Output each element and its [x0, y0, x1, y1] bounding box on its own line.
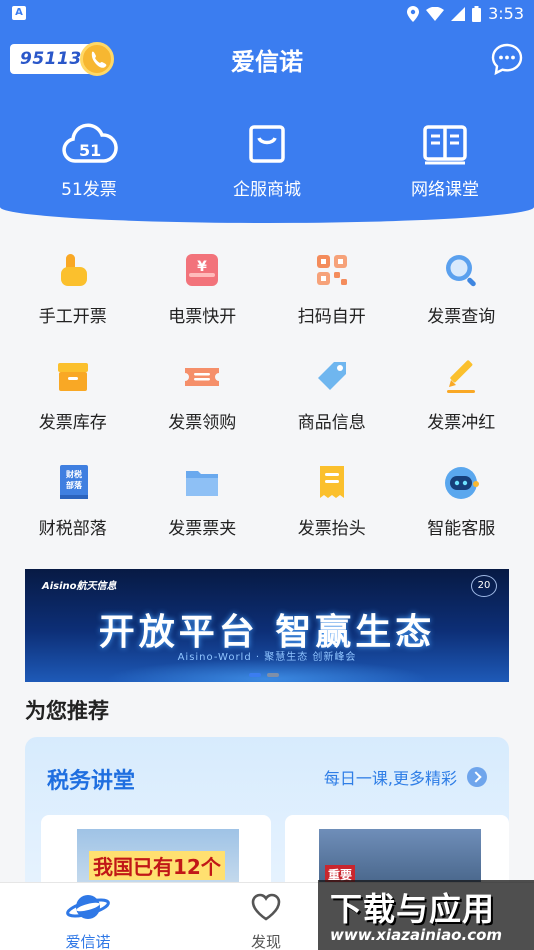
nav-tab-home[interactable]: 爱信诺 [38, 891, 138, 950]
service-label: 发票票夹 [168, 519, 237, 539]
pencil-icon [447, 360, 476, 393]
service-label: 发票库存 [38, 413, 107, 433]
service-invoice-reverse[interactable]: 发票冲红 [397, 356, 527, 433]
service-label: 发票抬头 [297, 519, 366, 539]
hand-pointer-icon [60, 254, 87, 286]
cloud-51-icon: 51 [62, 123, 118, 163]
lecture-more-link[interactable]: 每日一课,更多精彩 [324, 765, 487, 789]
service-smart-support[interactable]: 智能客服 [397, 462, 527, 539]
status-bar: A 3:53 [0, 0, 534, 28]
service-label: 扫码自开 [297, 307, 366, 327]
tag-icon [317, 362, 346, 390]
service-tax-tribe[interactable]: 财税 部落 财税部落 [8, 462, 138, 539]
banner-subtitle: Aisino-World · 聚慧生态 创新峰会 [177, 652, 357, 663]
lecture-title: 税务讲堂 [47, 769, 136, 794]
service-label: 发票查询 [427, 307, 496, 327]
carousel-dots [249, 673, 279, 677]
location-icon [407, 5, 420, 22]
wifi-icon [426, 6, 445, 21]
service-label: 发票冲红 [427, 413, 496, 433]
service-grid: 手工开票 ¥ 电票快开 扫码自开 发票查询 发票库存 发票领购 商品信息 发票冲… [8, 250, 527, 539]
chat-bubble-icon [491, 43, 523, 76]
service-scan-invoice[interactable]: 扫码自开 [267, 250, 397, 327]
banner-badge: 20 [471, 575, 497, 597]
service-invoice-folder[interactable]: 发票票夹 [138, 462, 268, 539]
service-invoice-stock[interactable]: 发票库存 [8, 356, 138, 433]
section-title-recommend: 为您推荐 [25, 699, 109, 723]
service-e-invoice[interactable]: ¥ 电票快开 [138, 250, 268, 327]
app-notification-icon: A [12, 6, 26, 20]
site-watermark: 下载与应用 www.xiazainiao.com [318, 880, 534, 950]
lecture-more-text: 每日一课,更多精彩 [323, 769, 457, 788]
yen-invoice-icon: ¥ [186, 254, 219, 286]
carousel-dot[interactable] [267, 673, 279, 677]
svg-text:¥: ¥ [197, 259, 207, 275]
promo-banner[interactable]: Aisino航天信息 20 开放平台 智赢生态 Aisino-World · 聚… [25, 569, 509, 682]
shopping-bag-icon [249, 125, 285, 163]
receipt-icon [319, 466, 344, 498]
banner-brand: Aisino航天信息 [42, 581, 117, 592]
service-manual-invoice[interactable]: 手工开票 [8, 250, 138, 327]
watermark-title: 下载与应用 [330, 890, 496, 928]
service-label: 发票领购 [168, 413, 237, 433]
service-label: 手工开票 [38, 307, 107, 327]
service-invoice-purchase[interactable]: 发票领购 [138, 356, 268, 433]
tax-book-icon: 财税部落 [59, 465, 88, 499]
entry-label: 企服商城 [233, 180, 301, 200]
app-title: 爱信诺 [231, 48, 303, 76]
planet-icon [66, 895, 110, 919]
message-button[interactable] [490, 42, 524, 76]
service-label: 电票快开 [168, 307, 237, 327]
signal-icon [451, 6, 466, 21]
service-label: 财税部落 [38, 519, 107, 539]
entry-51-invoice[interactable]: 51 51发票 [0, 123, 178, 200]
service-label: 智能客服 [427, 519, 496, 539]
entry-online-classroom[interactable]: 网络课堂 [356, 123, 534, 200]
nav-tab-discover[interactable]: 发现 [216, 891, 316, 950]
service-label: 商品信息 [297, 413, 366, 433]
archive-box-icon [57, 363, 88, 391]
entry-label: 网络课堂 [411, 180, 479, 200]
robot-icon [445, 467, 480, 499]
search-icon [446, 255, 477, 287]
chevron-right-icon [467, 767, 487, 787]
svg-text:部落: 部落 [66, 480, 83, 490]
carousel-dot[interactable] [249, 673, 261, 677]
book-icon [423, 125, 467, 165]
status-time: 3:53 [488, 4, 524, 23]
heart-icon [251, 893, 281, 921]
thumbnail-caption: 我国已有12个 [89, 851, 225, 880]
header: 95113 爱信诺 51 51发票 企服商城 网络课堂 [0, 28, 534, 223]
nav-label: 爱信诺 [65, 933, 111, 950]
service-invoice-title[interactable]: 发票抬头 [267, 462, 397, 539]
tax-book-icon-text: 财税 [65, 469, 82, 479]
qr-code-icon [316, 255, 347, 285]
nav-label: 发现 [250, 933, 281, 950]
svg-text:51: 51 [79, 141, 101, 160]
watermark-url: www.xiazainiao.com [330, 926, 503, 944]
battery-icon [472, 5, 482, 22]
service-invoice-query[interactable]: 发票查询 [397, 250, 527, 327]
folder-icon [186, 471, 219, 496]
ticket-icon [185, 368, 220, 386]
entry-label: 51发票 [61, 180, 117, 200]
service-product-info[interactable]: 商品信息 [267, 356, 397, 433]
top-entries: 51 51发票 企服商城 网络课堂 [0, 123, 534, 200]
status-indicators: 3:53 [407, 4, 524, 23]
entry-enterprise-mall[interactable]: 企服商城 [178, 123, 356, 200]
